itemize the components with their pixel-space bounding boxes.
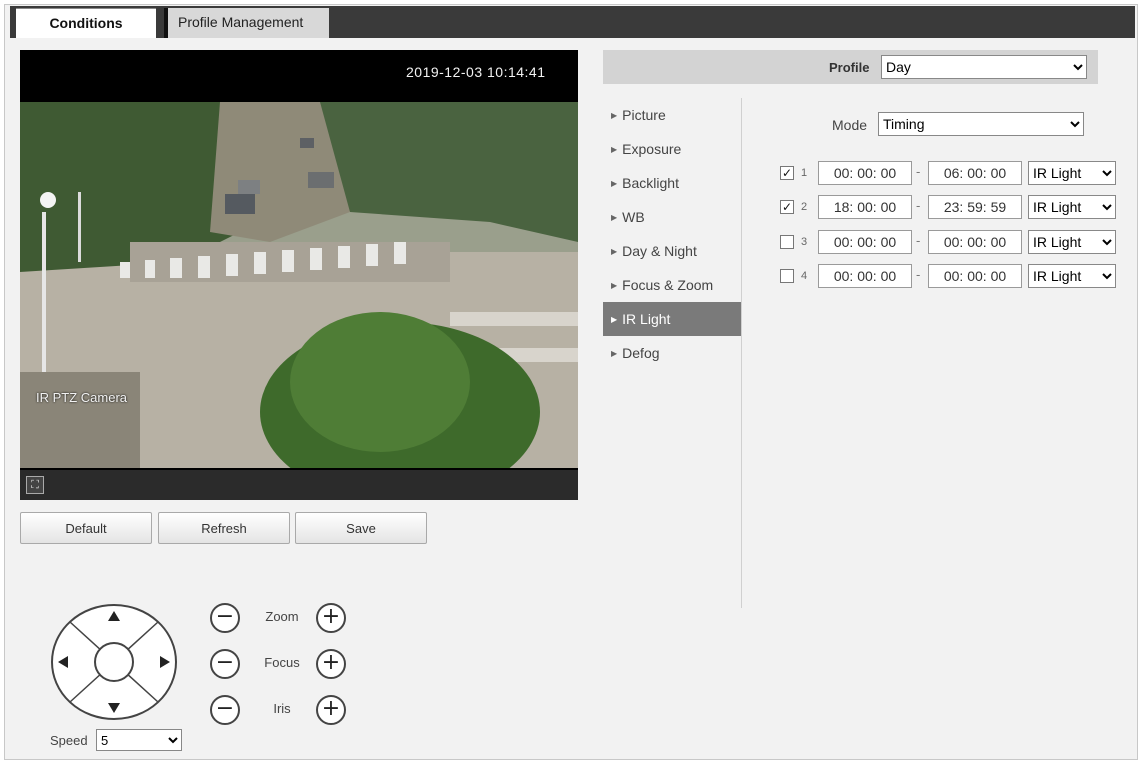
live-video: 2019-12-03 10:14:41 ⛶ [20,50,578,500]
schedule-index: 2 [801,201,808,213]
video-scene [20,102,578,468]
end-time-input[interactable]: 06: 00: 00 [928,161,1022,185]
iris-plus-button[interactable]: + [316,695,346,725]
fullscreen-icon[interactable]: ⛶ [26,476,44,494]
start-time-input[interactable]: 00: 00: 00 [818,264,912,288]
schedule-row: ✓ 2 18: 00: 00 - 23: 59: 59 IR Light [780,195,1120,219]
caret-right-icon: ▶ [611,111,618,120]
focus-control: − Focus + [210,649,360,679]
caret-right-icon: ▶ [611,145,618,154]
focus-label: Focus [264,655,300,670]
menu-item-backlight[interactable]: ▶ Backlight [603,166,741,200]
zoom-in-button[interactable]: + [316,603,346,633]
iris-label: Iris [273,701,291,716]
caret-right-icon: ▶ [611,213,618,222]
tab-conditions[interactable]: Conditions [16,8,156,38]
schedule-checkbox[interactable]: ✓ [780,166,794,180]
range-separator: - [916,233,921,248]
menu-item-picture[interactable]: ▶ Picture [603,98,741,132]
start-time-input[interactable]: 00: 00: 00 [818,161,912,185]
tab-profile-management[interactable]: Profile Management [164,8,329,38]
menu-item-focus-zoom[interactable]: ▶ Focus & Zoom [603,268,741,302]
end-time-input[interactable]: 23: 59: 59 [928,195,1022,219]
menu-item-defog[interactable]: ▶ Defog [603,336,741,370]
ptz-direction-pad [50,603,178,721]
start-time-input[interactable]: 18: 00: 00 [818,195,912,219]
save-button[interactable]: Save [295,512,427,544]
menu-item-day-night[interactable]: ▶ Day & Night [603,234,741,268]
speed-select[interactable]: 5 [96,729,182,751]
schedule-row: 3 00: 00: 00 - 00: 00: 00 IR Light [780,230,1120,254]
profile-select[interactable]: Day [881,55,1087,79]
osd-timestamp: 2019-12-03 10:14:41 [406,64,546,80]
menu-item-exposure[interactable]: ▶ Exposure [603,132,741,166]
menu-divider [741,98,742,608]
zoom-control: − Zoom + [210,603,360,633]
range-separator: - [916,198,921,213]
schedule-checkbox[interactable] [780,269,794,283]
schedule-checkbox[interactable]: ✓ [780,200,794,214]
iris-minus-button[interactable]: − [210,695,240,725]
caret-right-icon: ▶ [611,281,618,290]
end-time-input[interactable]: 00: 00: 00 [928,264,1022,288]
schedule-index: 3 [801,236,808,248]
light-type-select[interactable]: IR Light [1028,161,1116,185]
light-type-select[interactable]: IR Light [1028,195,1116,219]
light-type-select[interactable]: IR Light [1028,230,1116,254]
street-scene-image [20,102,578,468]
profile-bar: Profile Day [603,50,1098,84]
default-button[interactable]: Default [20,512,152,544]
caret-right-icon: ▶ [611,315,618,324]
zoom-out-button[interactable]: − [210,603,240,633]
range-separator: - [916,164,921,179]
mode-label: Mode [832,117,868,133]
tab-bar: Conditions Profile Management [10,6,1135,38]
settings-menu: ▶ Picture ▶ Exposure ▶ Backlight ▶ WB ▶ Day &… [603,98,741,370]
focus-plus-button[interactable]: + [316,649,346,679]
caret-right-icon: ▶ [611,179,618,188]
start-time-input[interactable]: 00: 00: 00 [818,230,912,254]
schedule-index: 4 [801,270,808,282]
end-time-input[interactable]: 00: 00: 00 [928,230,1022,254]
schedule-checkbox[interactable] [780,235,794,249]
menu-item-wb[interactable]: ▶ WB [603,200,741,234]
refresh-button[interactable]: Refresh [158,512,290,544]
caret-right-icon: ▶ [611,349,618,358]
caret-right-icon: ▶ [611,247,618,256]
schedule-row: ✓ 1 00: 00: 00 - 06: 00: 00 IR Light [780,161,1120,185]
focus-minus-button[interactable]: − [210,649,240,679]
speed-label: Speed [50,733,88,748]
zoom-label: Zoom [265,609,299,624]
iris-control: − Iris + [210,695,360,725]
light-type-select[interactable]: IR Light [1028,264,1116,288]
schedule-index: 1 [801,167,808,179]
schedule-row: 4 00: 00: 00 - 00: 00: 00 IR Light [780,264,1120,288]
range-separator: - [916,267,921,282]
mode-select[interactable]: Timing [878,112,1084,136]
video-toolbar: ⛶ [20,470,578,500]
profile-label: Profile [829,60,870,75]
menu-item-ir-light[interactable]: ▶ IR Light [603,302,741,336]
osd-camera-name: IR PTZ Camera [36,390,128,405]
